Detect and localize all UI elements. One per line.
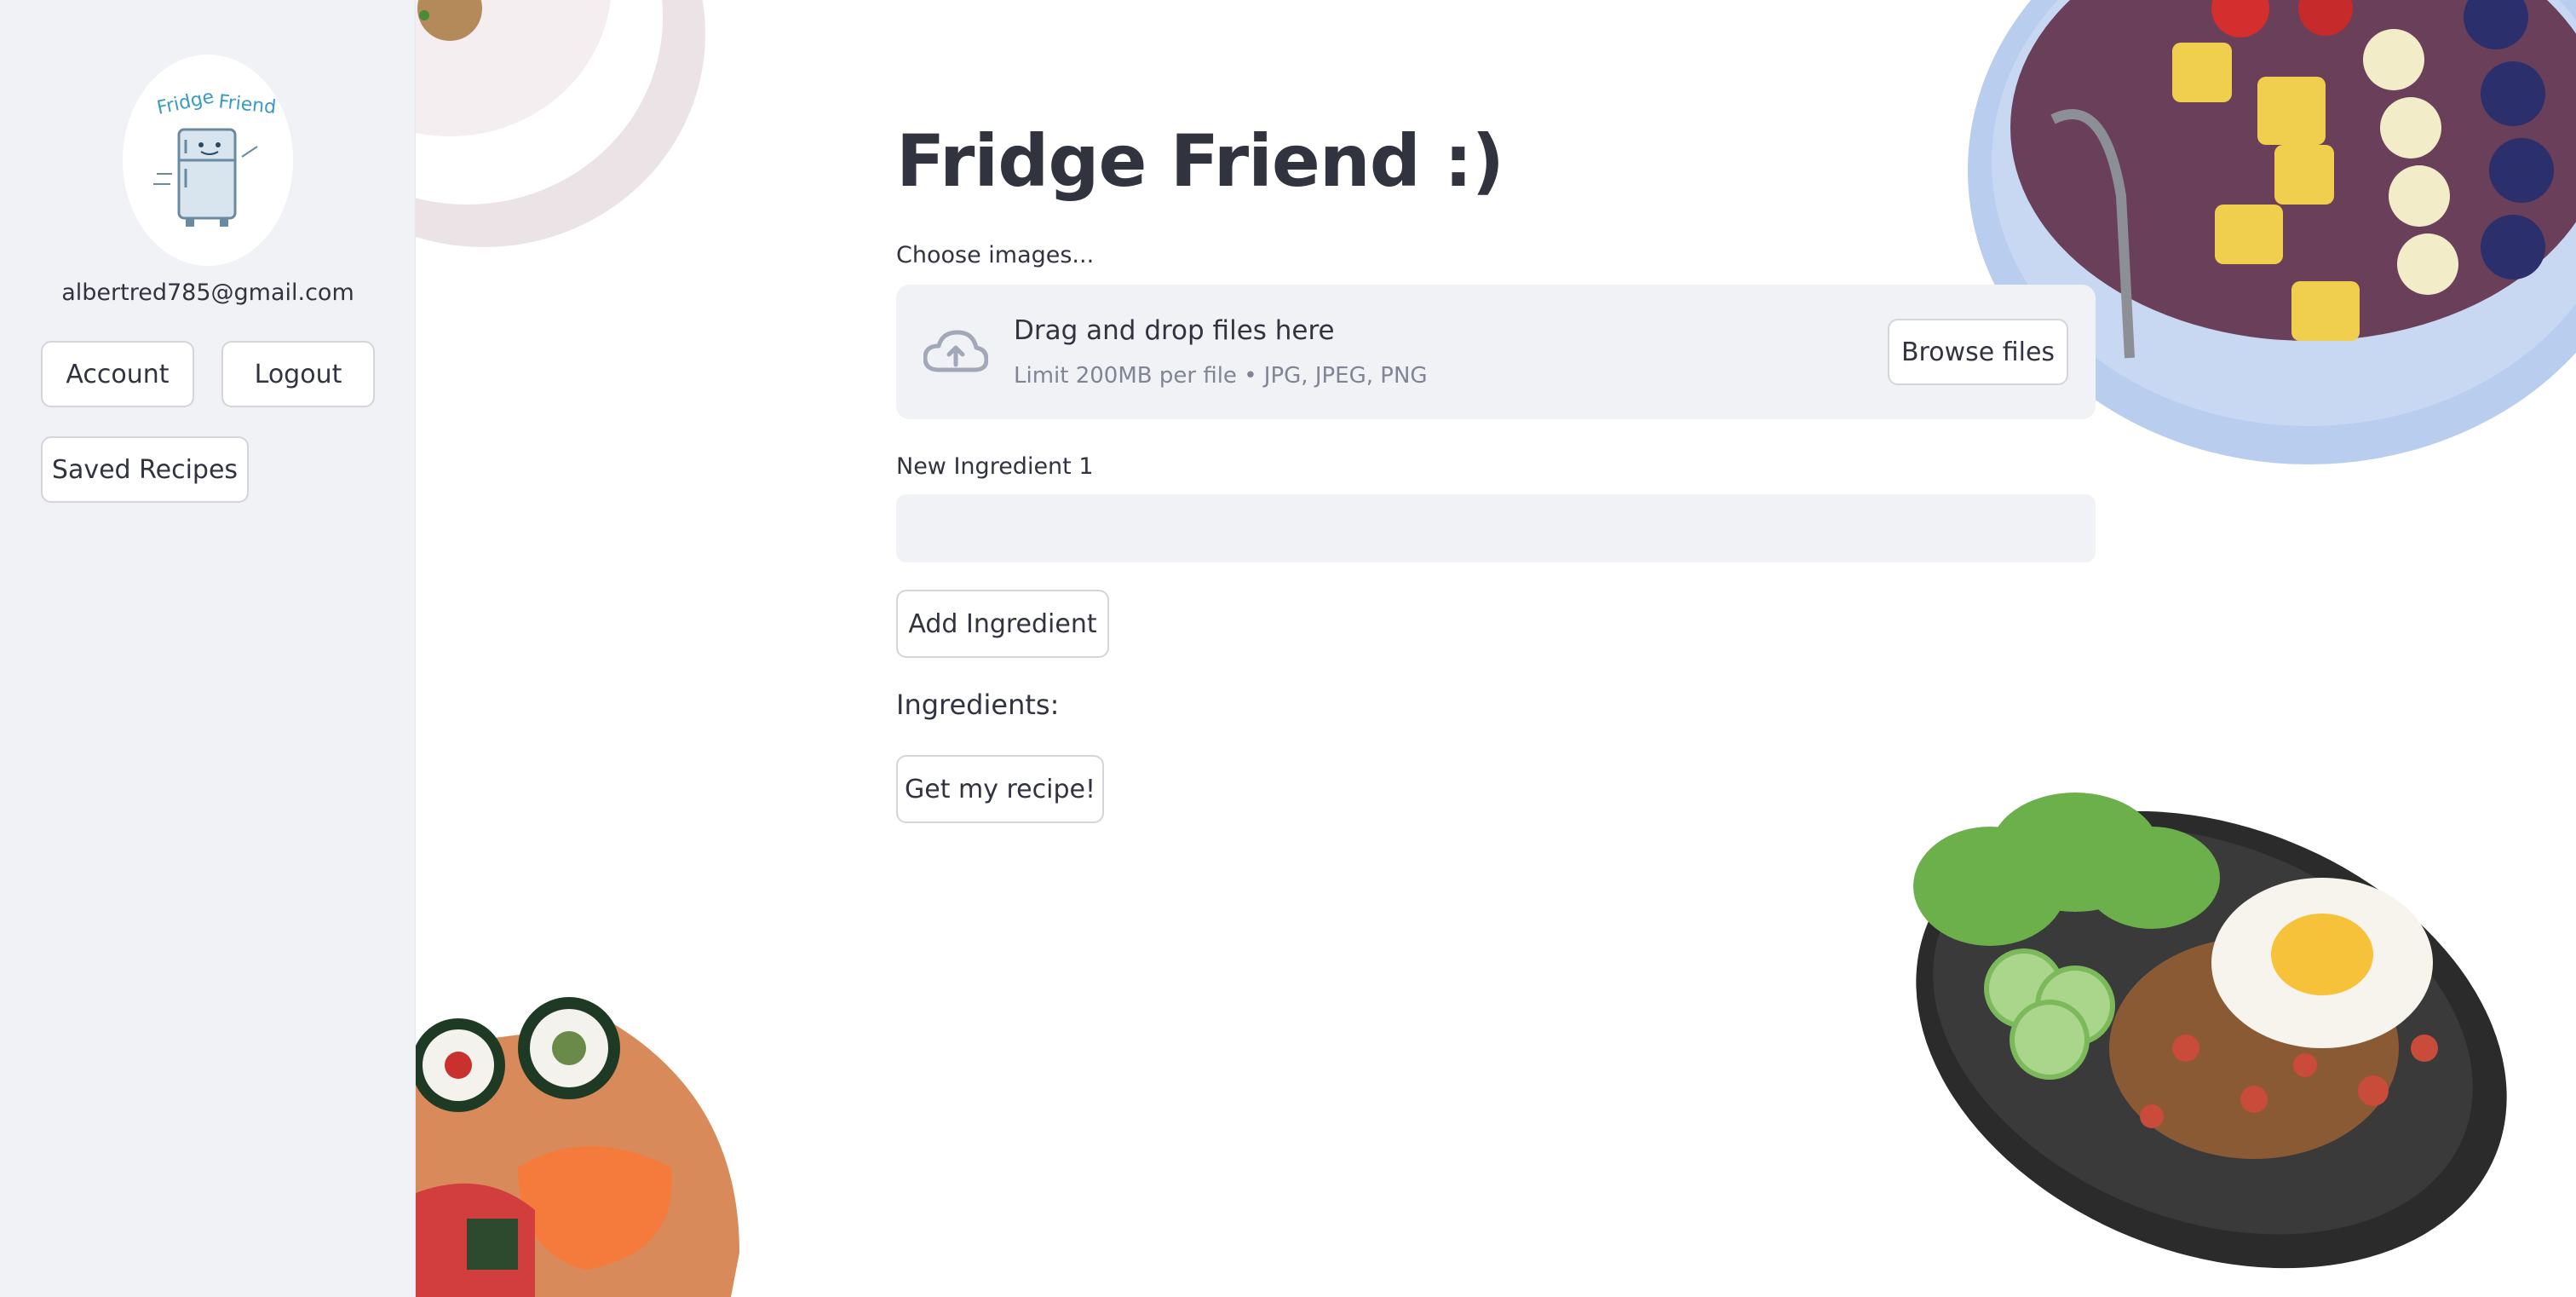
logout-button[interactable]: Logout [221,341,375,407]
user-email: albertred785@gmail.com [61,280,354,306]
app-root: Fridge Friend albertred785@gmail.com Acc… [0,0,2576,1297]
fried-rice-plate-image [1896,793,2527,1278]
sushi-plate-image [416,997,756,1297]
file-uploader-dropzone[interactable]: Drag and drop files here Limit 200MB per… [896,285,2096,419]
page-title: Fridge Friend :) [896,119,1504,203]
sidebar: Fridge Friend albertred785@gmail.com Acc… [0,0,416,1297]
new-ingredient-input[interactable] [896,494,2096,562]
choose-images-label: Choose images... [896,242,1095,268]
logo-text-right: Friend [217,91,277,118]
logo-text-left: Fridge [155,86,216,119]
saved-recipes-button[interactable]: Saved Recipes [41,436,249,503]
soup-bowl-image [416,0,705,281]
file-limit-text: Limit 200MB per file • JPG, JPEG, PNG [1014,363,1428,389]
browse-files-button[interactable]: Browse files [1888,319,2068,385]
new-ingredient-label: New Ingredient 1 [896,453,1094,480]
get-recipe-button[interactable]: Get my recipe! [896,755,1104,823]
add-ingredient-button[interactable]: Add Ingredient [896,590,1109,658]
drop-instructions: Drag and drop files here [1014,315,1335,346]
cloud-upload-icon [923,330,988,372]
fridge-friend-logo: Fridge Friend [123,55,293,266]
fridge-logo-icon: Fridge Friend [153,86,277,227]
ingredients-heading: Ingredients: [896,689,1060,721]
account-button[interactable]: Account [41,341,194,407]
